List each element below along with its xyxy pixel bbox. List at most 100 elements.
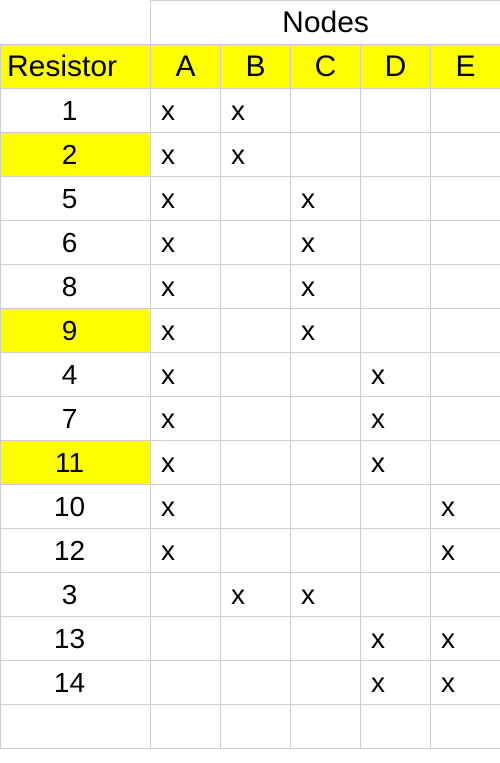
resistor-cell: 1 xyxy=(1,89,151,133)
node-cell: x xyxy=(151,89,221,133)
node-cell xyxy=(361,265,431,309)
blank-top-left xyxy=(1,1,151,45)
node-cell: x xyxy=(151,485,221,529)
node-cell xyxy=(431,309,500,353)
table-row: 14xx xyxy=(1,661,500,705)
resistor-cell: 2 xyxy=(1,133,151,177)
resistor-cell: 3 xyxy=(1,573,151,617)
node-cell xyxy=(431,221,500,265)
resistor-header: Resistor xyxy=(1,45,151,89)
nodes-group-header: Nodes xyxy=(151,1,500,45)
node-cell: x xyxy=(291,309,361,353)
node-cell xyxy=(291,397,361,441)
table-row: 4xx xyxy=(1,353,500,397)
node-cell: x xyxy=(151,221,221,265)
node-cell xyxy=(361,177,431,221)
blank-row xyxy=(1,705,500,749)
node-cell xyxy=(221,441,291,485)
node-header-d: D xyxy=(361,45,431,89)
node-cell xyxy=(151,661,221,705)
spreadsheet: Nodes Resistor A B C D E 1xx2xx5xx6xx8xx… xyxy=(0,0,500,763)
node-cell xyxy=(431,353,500,397)
node-cell xyxy=(361,529,431,573)
node-cell: x xyxy=(151,353,221,397)
node-cell: x xyxy=(361,441,431,485)
node-cell: x xyxy=(431,529,500,573)
table-row: 3xx xyxy=(1,573,500,617)
table-row: 5xx xyxy=(1,177,500,221)
node-cell: x xyxy=(431,485,500,529)
resistor-cell: 8 xyxy=(1,265,151,309)
table-row: 8xx xyxy=(1,265,500,309)
node-cell xyxy=(431,265,500,309)
resistor-cell: 10 xyxy=(1,485,151,529)
table-row: 12xx xyxy=(1,529,500,573)
node-cell: x xyxy=(291,265,361,309)
node-cell xyxy=(431,441,500,485)
table-row: 1xx xyxy=(1,89,500,133)
table-row: 6xx xyxy=(1,221,500,265)
node-cell: x xyxy=(151,133,221,177)
node-cell xyxy=(151,573,221,617)
node-cell xyxy=(221,397,291,441)
node-cell xyxy=(361,485,431,529)
resistor-node-table: Nodes Resistor A B C D E 1xx2xx5xx6xx8xx… xyxy=(0,0,500,749)
node-cell xyxy=(361,573,431,617)
node-cell: x xyxy=(151,309,221,353)
node-cell xyxy=(361,221,431,265)
node-cell xyxy=(151,617,221,661)
node-cell: x xyxy=(361,661,431,705)
node-cell xyxy=(291,661,361,705)
resistor-cell: 9 xyxy=(1,309,151,353)
resistor-cell: 4 xyxy=(1,353,151,397)
node-cell xyxy=(221,265,291,309)
node-cell xyxy=(361,89,431,133)
table-row: 9xx xyxy=(1,309,500,353)
node-cell xyxy=(291,441,361,485)
node-cell: x xyxy=(221,89,291,133)
header-row-group: Nodes xyxy=(1,1,500,45)
resistor-cell: 12 xyxy=(1,529,151,573)
table-row: 2xx xyxy=(1,133,500,177)
node-cell: x xyxy=(151,265,221,309)
node-cell: x xyxy=(291,573,361,617)
resistor-cell: 11 xyxy=(1,441,151,485)
node-cell xyxy=(291,617,361,661)
node-cell xyxy=(221,661,291,705)
node-cell xyxy=(431,177,500,221)
node-cell xyxy=(431,397,500,441)
node-cell xyxy=(361,309,431,353)
node-cell xyxy=(431,573,500,617)
node-cell xyxy=(291,485,361,529)
resistor-cell: 7 xyxy=(1,397,151,441)
node-cell xyxy=(291,353,361,397)
table-row: 7xx xyxy=(1,397,500,441)
node-cell: x xyxy=(221,133,291,177)
resistor-cell: 6 xyxy=(1,221,151,265)
node-header-e: E xyxy=(431,45,500,89)
node-cell: x xyxy=(361,397,431,441)
node-header-c: C xyxy=(291,45,361,89)
node-cell: x xyxy=(291,221,361,265)
table-row: 11xx xyxy=(1,441,500,485)
node-cell: x xyxy=(431,617,500,661)
node-cell: x xyxy=(361,617,431,661)
node-cell: x xyxy=(291,177,361,221)
node-cell xyxy=(291,133,361,177)
node-cell: x xyxy=(151,441,221,485)
resistor-cell: 14 xyxy=(1,661,151,705)
node-cell xyxy=(221,177,291,221)
node-cell xyxy=(221,309,291,353)
node-cell xyxy=(221,529,291,573)
node-header-a: A xyxy=(151,45,221,89)
node-cell xyxy=(431,133,500,177)
node-cell xyxy=(221,485,291,529)
node-cell: x xyxy=(151,177,221,221)
node-cell xyxy=(431,89,500,133)
node-cell: x xyxy=(151,397,221,441)
node-cell xyxy=(221,221,291,265)
table-row: 10xx xyxy=(1,485,500,529)
node-cell xyxy=(291,529,361,573)
resistor-cell: 5 xyxy=(1,177,151,221)
node-header-b: B xyxy=(221,45,291,89)
